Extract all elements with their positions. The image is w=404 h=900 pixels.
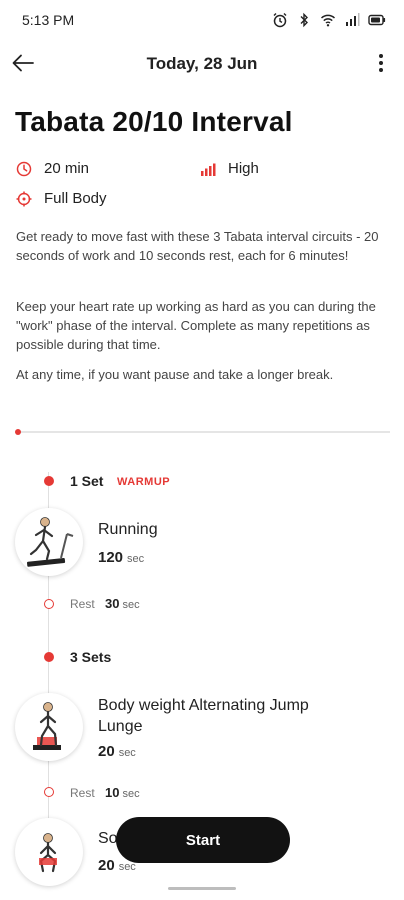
rest-label: Rest <box>70 786 95 800</box>
page-title: Tabata 20/10 Interval <box>15 106 293 137</box>
rest-duration-unit: sec <box>122 599 140 611</box>
exercise-duration-value: 20 <box>98 743 115 760</box>
description-paragraph: Get ready to move fast with these 3 Taba… <box>16 229 379 263</box>
jump-lunge-figure-icon <box>33 702 61 750</box>
battery-icon <box>368 14 386 26</box>
intensity-bars-icon <box>201 163 216 176</box>
workout-progress-dot <box>15 429 21 435</box>
workout-progress-track <box>15 429 390 435</box>
description-paragraph: Keep your heart rate up working as hard … <box>16 299 376 352</box>
start-button[interactable]: Start <box>116 817 290 863</box>
set-marker <box>44 476 54 486</box>
rest-duration: 10 sec <box>105 785 140 800</box>
exercise-duration-value: 20 <box>98 857 115 874</box>
exercise-name: Body weight Alternating Jump Lunge <box>98 697 309 735</box>
focus-value: Full Body <box>44 190 107 207</box>
app-bar: Today, 28 Jun <box>0 42 404 86</box>
exercise-name: So <box>98 830 118 847</box>
status-time: 5:13 PM <box>22 12 75 28</box>
rest-label: Rest <box>70 597 95 611</box>
exercise-duration-unit: sec <box>127 553 145 565</box>
exercise-duration: 120 sec <box>98 549 144 566</box>
meta-focus: Full Body <box>16 190 107 207</box>
description-paragraph: At any time, if you want pause and take … <box>16 367 334 382</box>
rest-duration: 30 sec <box>105 596 140 611</box>
meta-intensity: High <box>200 160 259 177</box>
bluetooth-icon <box>300 12 308 28</box>
status-bar: 5:13 PM <box>0 0 404 40</box>
more-options-button[interactable] <box>368 50 394 76</box>
rest-duration-value: 30 <box>105 596 120 611</box>
exercise-duration-value: 120 <box>98 549 124 566</box>
set-count-label: 3 Sets <box>70 649 112 665</box>
duration-value: 20 min <box>44 160 90 177</box>
exercise-thumbnail-running[interactable] <box>15 508 83 576</box>
exercise-thumbnail-jump-lunge[interactable] <box>15 693 83 761</box>
exercise-duration-unit: sec <box>118 861 136 873</box>
intensity-value: High <box>228 160 259 177</box>
alarm-icon <box>273 13 287 28</box>
exercise-duration-unit: sec <box>118 747 136 759</box>
meta-duration: 20 min <box>16 160 89 177</box>
clock-icon <box>16 161 32 176</box>
running-figure-icon <box>26 517 74 567</box>
target-icon <box>16 191 32 206</box>
rest-duration-unit: sec <box>122 788 140 800</box>
rest-duration-value: 10 <box>105 785 120 800</box>
app-bar-title: Today, 28 Jun <box>146 54 258 73</box>
rest-marker <box>44 787 54 797</box>
home-indicator[interactable] <box>168 887 236 890</box>
signal-icon <box>346 13 360 26</box>
wifi-icon <box>320 14 336 27</box>
more-vertical-icon <box>379 54 383 72</box>
status-icons <box>272 12 386 28</box>
warmup-tag: WARMUP <box>117 476 171 488</box>
exercise-name: Running <box>98 521 158 538</box>
squat-figure-icon <box>39 833 57 873</box>
rest-marker <box>44 599 54 609</box>
exercise-duration: 20 sec <box>98 743 136 760</box>
set-count-label: 1 Set <box>70 473 104 489</box>
set-marker <box>44 652 54 662</box>
exercise-thumbnail-next[interactable] <box>15 818 83 886</box>
